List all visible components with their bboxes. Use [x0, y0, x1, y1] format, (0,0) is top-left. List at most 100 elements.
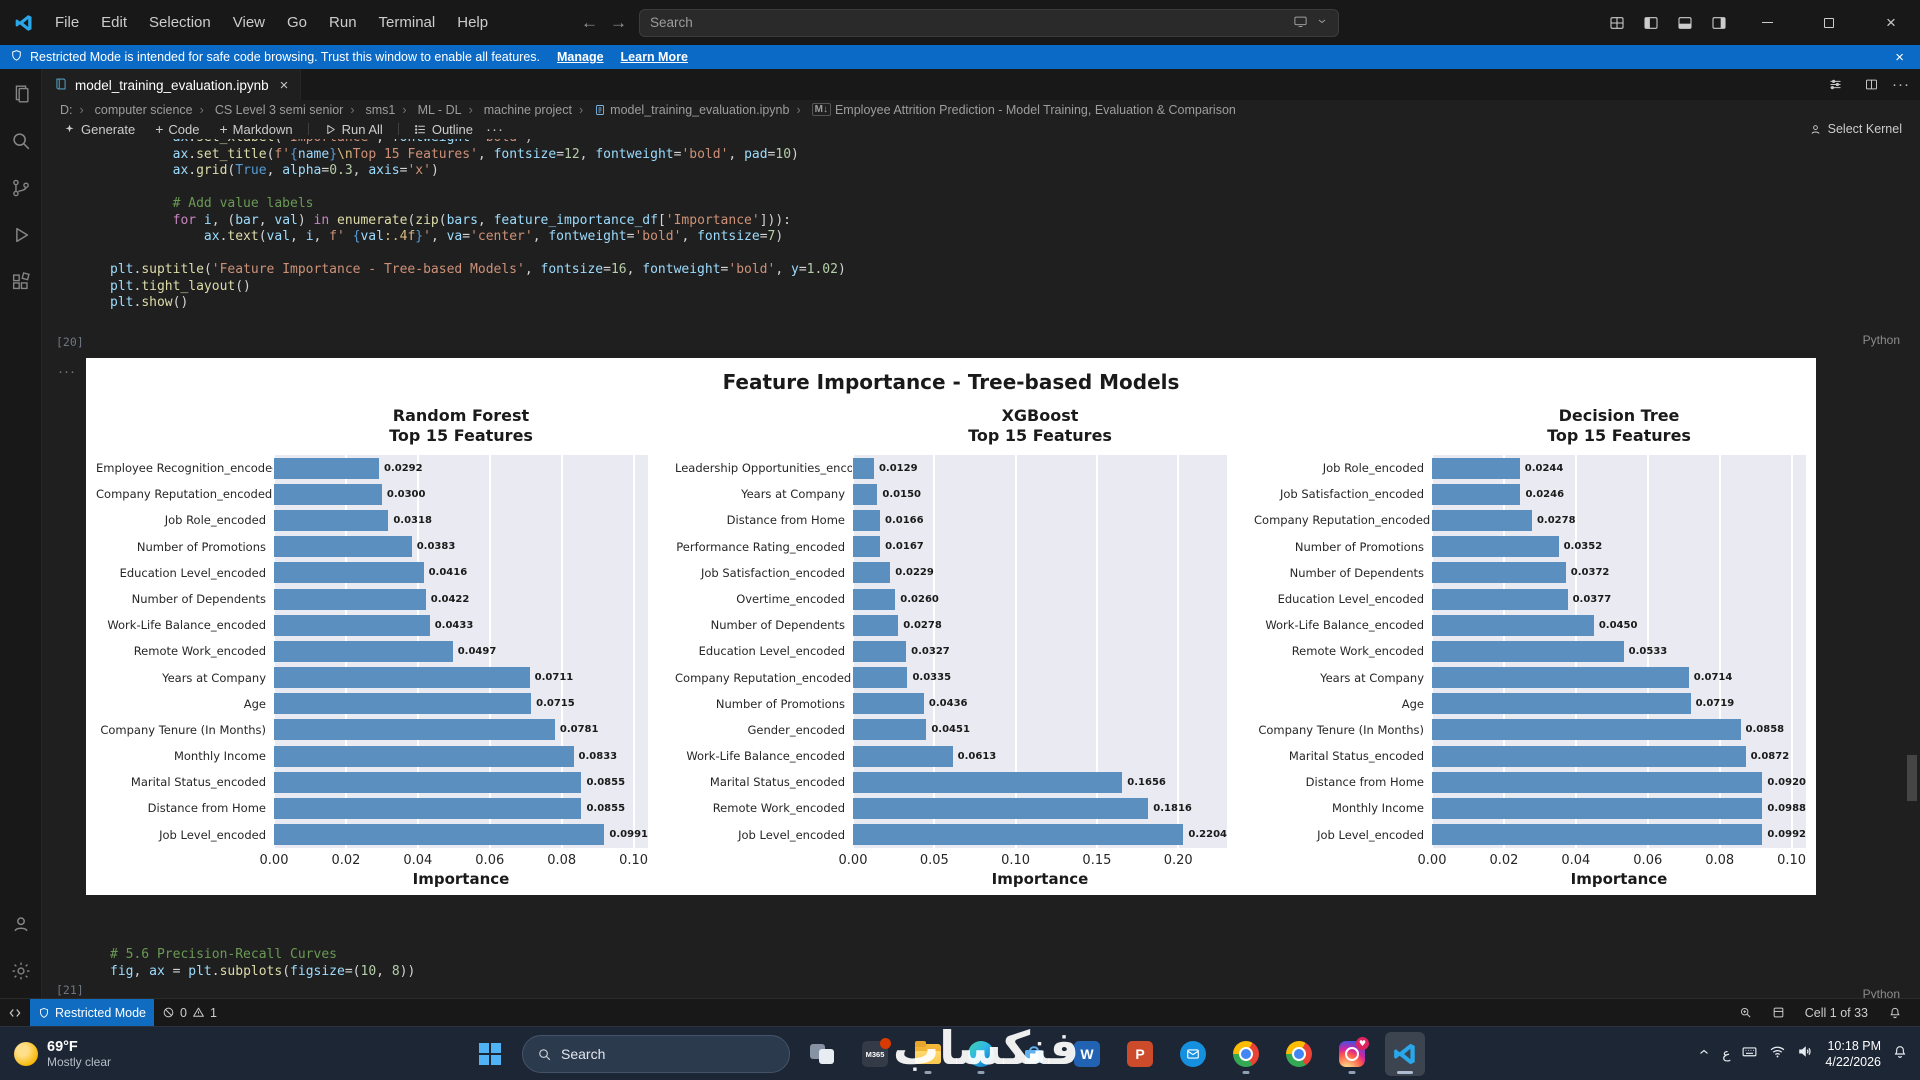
- output-options-icon[interactable]: ···: [58, 363, 76, 380]
- crumb-folder[interactable]: CS Level 3 semi senior: [193, 103, 344, 117]
- bar: [274, 798, 582, 820]
- source-control-icon[interactable]: [1, 169, 41, 207]
- store-icon[interactable]: [1014, 1032, 1054, 1076]
- crumb-folder[interactable]: computer science: [73, 103, 193, 117]
- vscode-taskbar-icon[interactable]: [1385, 1032, 1425, 1076]
- problems-status[interactable]: 0 1: [154, 999, 225, 1026]
- zoom-icon[interactable]: [1731, 1006, 1760, 1019]
- notifications-bell-icon[interactable]: [1880, 1006, 1910, 1020]
- y-tick-label: Age: [1401, 696, 1424, 711]
- chrome-icon-2[interactable]: [1279, 1032, 1319, 1076]
- layout-icon[interactable]: [1764, 1006, 1793, 1019]
- cell-language[interactable]: Python: [1863, 333, 1900, 347]
- powerpoint-icon[interactable]: P: [1120, 1032, 1160, 1076]
- back-arrow-icon[interactable]: ←: [581, 13, 598, 33]
- add-code-button[interactable]: + Code: [148, 119, 206, 139]
- bar-row: 0.0872: [1432, 743, 1806, 769]
- instagram-icon[interactable]: ♥: [1332, 1032, 1372, 1076]
- clock[interactable]: 10:18 PM 4/22/2026: [1825, 1038, 1881, 1070]
- add-markdown-button[interactable]: + Markdown: [212, 119, 299, 139]
- crumb-folder[interactable]: ML - DL: [395, 103, 462, 117]
- tray-bell-icon[interactable]: [1892, 1044, 1908, 1065]
- settings-gear-icon[interactable]: [1, 952, 41, 990]
- remote-indicator-icon[interactable]: [0, 999, 30, 1026]
- y-tick-label: Education Level_encoded: [698, 644, 845, 659]
- menu-go[interactable]: Go: [276, 9, 318, 36]
- toggle-sidebar-icon[interactable]: [1636, 10, 1666, 36]
- toolbar-more-icon[interactable]: ···: [486, 121, 504, 138]
- windows-taskbar: 69°F Mostly clear Search M365 W P ♥ فنكس…: [0, 1021, 1920, 1080]
- edge-icon[interactable]: [961, 1032, 1001, 1076]
- bar-row: 0.0244: [1432, 455, 1806, 481]
- tray-chevron-up-icon[interactable]: [1697, 1045, 1711, 1064]
- run-all-button[interactable]: Run All: [317, 119, 390, 139]
- command-center-search[interactable]: Search: [639, 8, 1339, 37]
- explorer-icon[interactable]: [1, 75, 41, 113]
- generate-button[interactable]: Generate: [56, 119, 142, 139]
- code-cell[interactable]: ax.set_xlabel('Importance', fontweight='…: [110, 139, 846, 312]
- bar: [853, 457, 874, 479]
- sliders-icon[interactable]: [1820, 72, 1850, 98]
- menu-terminal[interactable]: Terminal: [368, 9, 447, 36]
- screencast-icon[interactable]: [1293, 14, 1308, 32]
- wifi-icon[interactable]: [1769, 1043, 1786, 1065]
- word-icon[interactable]: W: [1067, 1032, 1107, 1076]
- manage-link[interactable]: Manage: [557, 50, 604, 64]
- more-actions-icon[interactable]: ···: [1892, 76, 1910, 93]
- menu-view[interactable]: View: [222, 9, 276, 36]
- tab-notebook[interactable]: model_training_evaluation.ipynb ×: [42, 69, 302, 100]
- menu-selection[interactable]: Selection: [138, 9, 222, 36]
- cell-indicator[interactable]: Cell 1 of 33: [1797, 1006, 1876, 1020]
- customize-layout-icon[interactable]: [1602, 10, 1632, 36]
- volume-icon[interactable]: [1797, 1043, 1814, 1065]
- bar: [1432, 693, 1691, 715]
- m365-icon[interactable]: M365: [855, 1032, 895, 1076]
- learn-more-link[interactable]: Learn More: [621, 50, 688, 64]
- chevron-down-icon[interactable]: [1316, 15, 1328, 30]
- run-debug-icon[interactable]: [1, 216, 41, 254]
- outline-button[interactable]: Outline: [407, 119, 480, 139]
- y-tick-label: Company Tenure (In Months): [1258, 722, 1424, 737]
- language-indicator[interactable]: ع: [1722, 1046, 1730, 1062]
- extensions-icon[interactable]: [1, 263, 41, 301]
- menu-edit[interactable]: Edit: [90, 9, 138, 36]
- menu-file[interactable]: File: [44, 9, 90, 36]
- crumb-folder[interactable]: sms1: [343, 103, 396, 117]
- toggle-secondary-sidebar-icon[interactable]: [1704, 10, 1734, 36]
- y-tick-label: Marital Status_encoded: [1288, 749, 1424, 764]
- close-button[interactable]: ×: [1862, 0, 1920, 45]
- crumb-drive[interactable]: D:: [60, 103, 73, 117]
- heart-badge: ♥: [1356, 1037, 1369, 1050]
- restricted-mode-status[interactable]: Restricted Mode: [30, 999, 155, 1026]
- outlook-icon[interactable]: [1173, 1032, 1213, 1076]
- code-cell[interactable]: # 5.6 Precision-Recall Curves fig, ax = p…: [110, 947, 415, 980]
- weather-widget[interactable]: 69°F Mostly clear: [14, 1039, 111, 1069]
- crumb-folder[interactable]: machine project: [462, 103, 572, 117]
- select-kernel-button[interactable]: Select Kernel: [1809, 122, 1902, 136]
- banner-close-icon[interactable]: ×: [1889, 49, 1910, 66]
- tab-close-icon[interactable]: ×: [280, 77, 289, 94]
- y-tick-label: Age: [243, 696, 266, 711]
- menu-run[interactable]: Run: [318, 9, 368, 36]
- crumb-heading[interactable]: M↓ Employee Attrition Prediction - Model…: [789, 103, 1236, 117]
- maximize-button[interactable]: [1800, 0, 1858, 45]
- forward-arrow-icon[interactable]: →: [610, 13, 627, 33]
- split-editor-icon[interactable]: [1856, 72, 1886, 98]
- bar-row: 0.0450: [1432, 612, 1806, 638]
- scrollbar[interactable]: [1907, 755, 1917, 801]
- cell-language[interactable]: Python: [1863, 987, 1900, 998]
- toggle-panel-icon[interactable]: [1670, 10, 1700, 36]
- menu-help[interactable]: Help: [446, 9, 499, 36]
- search-icon[interactable]: [1, 122, 41, 160]
- account-icon[interactable]: [1, 905, 41, 943]
- bar-value-label: 0.0372: [1570, 567, 1610, 579]
- crumb-file[interactable]: model_training_evaluation.ipynb: [572, 103, 789, 117]
- touch-keyboard-icon[interactable]: [1741, 1043, 1758, 1065]
- task-view-icon[interactable]: [802, 1032, 842, 1076]
- minimize-button[interactable]: [1738, 0, 1796, 45]
- bar-row: 0.2204: [853, 822, 1227, 848]
- chrome-icon[interactable]: [1226, 1032, 1266, 1076]
- taskbar-search[interactable]: Search: [522, 1035, 790, 1073]
- file-explorer-icon[interactable]: [908, 1032, 948, 1076]
- start-button[interactable]: [470, 1032, 510, 1076]
